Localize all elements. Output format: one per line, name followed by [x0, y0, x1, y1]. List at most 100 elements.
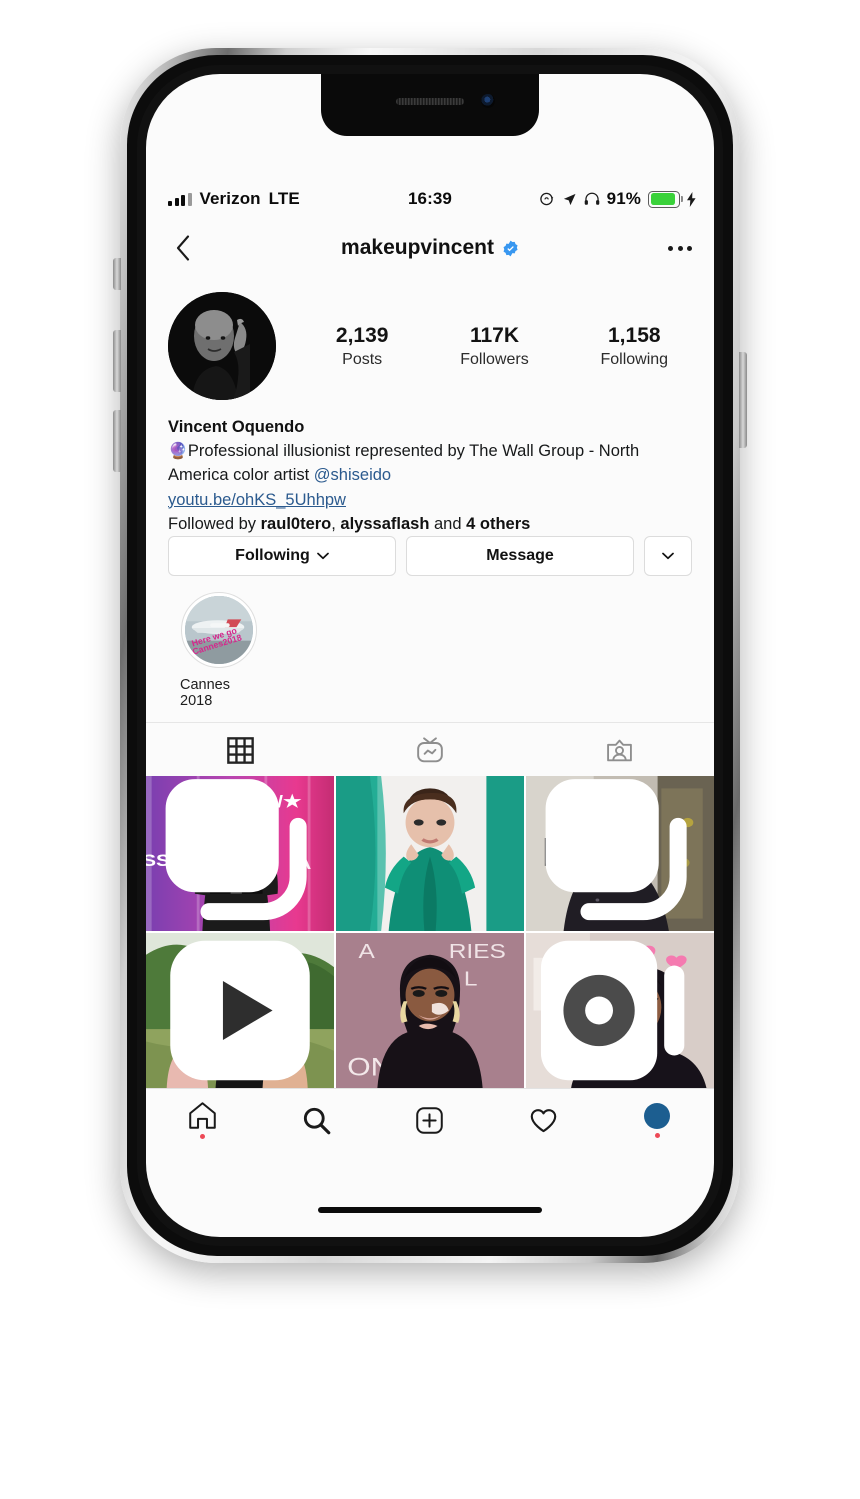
highlight-ring: Here we go #Cannes2018 — [181, 592, 257, 668]
back-button[interactable] — [166, 231, 200, 265]
profile-summary: 2,139 Posts 117K Followers 1,158 Followi… — [146, 282, 714, 410]
profile-username-title: makeupvincent — [341, 236, 519, 260]
bio-mention-link[interactable]: @shiseido — [314, 466, 391, 484]
followed-by-and: and — [429, 514, 467, 533]
post-access-carpet[interactable]: ACCESS/★ SS/★ A — [146, 776, 334, 931]
message-button-label: Message — [486, 547, 554, 564]
status-bar: Verizon LTE 16:39 91% — [146, 184, 714, 214]
post-image: A RIES L ON — [336, 933, 524, 1088]
follower-others-count: 4 others — [466, 514, 531, 533]
followers-label: Followers — [460, 350, 529, 368]
story-highlights: Here we go #Cannes2018 Cannes 2018 — [168, 592, 692, 709]
followed-by-row[interactable]: Followed by raul0tero, alyssaflash and 4… — [168, 513, 690, 536]
follower-name-1: raul0tero — [260, 514, 332, 533]
post-blonde-portrait[interactable] — [526, 776, 714, 931]
stat-posts[interactable]: 2,139 Posts — [336, 324, 389, 369]
posts-grid: ACCESS/★ SS/★ A — [146, 776, 714, 1088]
grid-tab[interactable] — [146, 723, 336, 778]
profile-tab[interactable] — [600, 1102, 714, 1138]
charging-bolt-icon — [687, 191, 696, 207]
navigation-header: makeupvincent — [146, 222, 714, 274]
bottom-tab-bar — [146, 1088, 714, 1151]
location-arrow-icon — [563, 193, 576, 205]
posts-label: Posts — [342, 350, 383, 368]
search-tab[interactable] — [260, 1106, 374, 1135]
signal-bars-icon — [168, 192, 192, 206]
more-options-icon[interactable] — [668, 245, 692, 251]
highlight-item[interactable]: Here we go #Cannes2018 Cannes 2018 — [180, 592, 258, 709]
follower-name-2: alyssaflash — [340, 514, 430, 533]
profile-website-link[interactable]: youtu.be/ohKS_5Uhhpw — [168, 491, 346, 509]
profile-bio-text: 🔮Professional illusionist represented by… — [168, 440, 690, 487]
rotation-lock-icon — [539, 192, 553, 206]
silent-switch[interactable] — [113, 258, 121, 290]
grid-icon — [227, 736, 254, 764]
tagged-tab[interactable] — [525, 723, 714, 777]
back-chevron-icon — [176, 235, 189, 261]
plus-square-icon — [416, 1106, 444, 1134]
battery-percent: 91% — [606, 189, 641, 208]
status-bar-right: 91% — [539, 189, 696, 209]
add-post-tab[interactable] — [373, 1106, 487, 1135]
igtv-icon — [417, 737, 443, 763]
avatar[interactable] — [168, 292, 276, 400]
post-text-1: A — [359, 940, 375, 962]
post-text-3: L — [464, 968, 478, 990]
post-heart-filter-selfie[interactable] — [526, 933, 714, 1088]
profile-tabs — [146, 722, 714, 778]
username-text: makeupvincent — [341, 236, 494, 259]
notch — [321, 74, 539, 136]
tagged-person-icon — [606, 739, 632, 761]
post-carpet-portrait[interactable]: A RIES L ON — [336, 933, 524, 1088]
reel-video-icon — [540, 940, 685, 1081]
following-label: Following — [600, 350, 669, 368]
avatar-photo — [168, 292, 276, 400]
followers-count: 117K — [469, 323, 519, 347]
chevron-down-icon — [316, 552, 329, 560]
profile-bio: Vincent Oquendo 🔮Professional illusionis… — [168, 416, 690, 536]
earpiece-speaker — [396, 98, 464, 105]
followed-by-prefix: Followed by — [168, 514, 261, 533]
following-count: 1,158 — [608, 323, 661, 347]
home-badge-dot — [200, 1134, 206, 1139]
power-button[interactable] — [739, 352, 747, 448]
following-button[interactable]: Following — [168, 536, 396, 576]
highlight-cover: Here we go #Cannes2018 — [185, 596, 253, 664]
highlight-label: Cannes 2018 — [180, 677, 230, 709]
more-actions-button[interactable] — [644, 536, 692, 576]
message-button[interactable]: Message — [406, 536, 634, 576]
network-type: LTE — [268, 189, 300, 208]
post-outdoor-video[interactable] — [146, 933, 334, 1088]
stat-followers[interactable]: 117K Followers — [460, 324, 528, 369]
search-icon — [303, 1107, 331, 1134]
posts-count: 2,139 — [335, 323, 389, 347]
carousel-icon — [165, 779, 307, 921]
phone-screen: Verizon LTE 16:39 91% makeupvincent 2,13… — [146, 74, 714, 1237]
highlight-cover-image: Here we go #Cannes2018 — [185, 596, 253, 664]
volume-down-button[interactable] — [113, 410, 121, 472]
chevron-down-icon — [662, 552, 674, 560]
igtv-tab[interactable] — [335, 723, 524, 777]
profile-stats: 2,139 Posts 117K Followers 1,158 Followi… — [276, 324, 714, 369]
volume-up-button[interactable] — [113, 330, 121, 392]
status-bar-clock: 16:39 — [408, 189, 452, 208]
home-tab[interactable] — [146, 1101, 260, 1139]
home-indicator[interactable] — [318, 1207, 542, 1213]
profile-badge-dot — [654, 1132, 660, 1138]
bio-description: Professional illusionist represented by … — [168, 442, 640, 485]
post-green-satin-portrait[interactable] — [336, 776, 524, 931]
screenshot-root: Verizon LTE 16:39 91% makeupvincent 2,13… — [0, 0, 860, 1499]
headphones-icon — [584, 192, 599, 205]
battery-icon — [648, 190, 684, 208]
front-camera — [481, 94, 495, 108]
stat-following[interactable]: 1,158 Following — [600, 324, 668, 369]
post-text-2: RIES — [449, 940, 506, 962]
profile-action-buttons: Following Message — [168, 536, 692, 576]
activity-tab[interactable] — [487, 1106, 601, 1135]
heart-icon — [530, 1108, 557, 1132]
play-video-icon — [170, 940, 310, 1081]
following-button-label: Following — [235, 547, 310, 564]
crystal-ball-icon: 🔮 — [168, 443, 188, 461]
profile-avatar-icon — [644, 1102, 671, 1129]
profile-full-name: Vincent Oquendo — [168, 418, 305, 436]
